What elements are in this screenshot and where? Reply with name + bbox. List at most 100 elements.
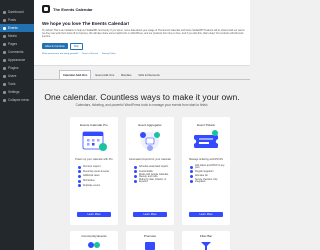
feature-label: Works with Google Calendar, Meetup, and … [139, 174, 169, 179]
terms-link[interactable]: Terms of Service [82, 53, 98, 55]
page-title: One calendar. Countless ways to make it … [44, 92, 240, 102]
check-icon [190, 165, 193, 169]
hero: One calendar. Countless ways to make it … [34, 92, 250, 107]
card-title: Filter Bar [199, 234, 213, 238]
card-title: Event Tickets [197, 123, 215, 127]
sidebar-item-posts[interactable]: Posts [0, 16, 34, 24]
feature-list: Schedule automated imports Customizable … [134, 165, 170, 183]
notice-links: What permissions are being granted? Term… [42, 53, 242, 55]
card-subtitle: Power up your calendar with Pro [75, 158, 113, 161]
feature-label: Customizable [139, 170, 153, 173]
sidebar-item-label: Collapse menu [8, 98, 30, 102]
addon-tabs: Calendar Add-Ons Event Add-Ons Bundles G… [34, 70, 250, 80]
learn-more-button[interactable]: Learn More [77, 212, 111, 217]
sidebar-item-label: Users [8, 74, 17, 78]
sidebar-item-media[interactable]: Media [0, 32, 34, 40]
sidebar-item-label: Events [8, 26, 18, 30]
tec-logo-icon [42, 5, 50, 13]
opt-in-notice: The Events Calendar We hope you love The… [34, 0, 250, 66]
check-icon [190, 174, 193, 178]
feature-label: Recurring events & series [83, 170, 110, 173]
sidebar-item-label: Comments [8, 50, 24, 54]
brand-logo: The Events Calendar [42, 4, 242, 14]
sidebar-item-dashboard[interactable]: Dashboard [0, 8, 34, 16]
admin-menu: Dashboard Posts Events Media Pages Comme… [0, 8, 34, 104]
card-subtitle: Manage ticketing and RSVPs [189, 158, 223, 161]
list-item: Add tickets and RSVP to any post [190, 165, 226, 170]
check-icon [134, 165, 137, 169]
sidebar-item-label: Settings [8, 90, 20, 94]
product-card-event-aggregator: Event Aggregator Automated imports for y… [126, 117, 174, 225]
feature-label: Secure checkout, fully integrated [195, 179, 218, 184]
learn-more-button[interactable]: Learn More [189, 212, 223, 217]
tab-event-addons[interactable]: Event Add-Ons [92, 71, 117, 79]
tab-gifts-discounts[interactable]: Gifts & Discounts [135, 71, 162, 79]
list-item: Duplicate events [78, 183, 114, 188]
tools-icon [3, 82, 6, 86]
sidebar-item-pages[interactable]: Pages [0, 40, 34, 48]
sidebar-item-tools[interactable]: Tools [0, 80, 34, 88]
sidebar-item-events[interactable]: Events [0, 24, 34, 32]
sidebar-item-plugins[interactable]: Plugins [0, 64, 34, 72]
allow-continue-button[interactable]: Allow & Continue [42, 43, 68, 50]
appearance-icon [3, 58, 6, 62]
pages-icon [3, 42, 6, 46]
feature-label: Attendee list [195, 175, 208, 178]
collapse-icon [3, 98, 6, 102]
skip-button[interactable]: Skip [69, 42, 83, 50]
ticket-illustration-icon [191, 130, 221, 148]
admin-sidebar: Dashboard Posts Events Media Pages Comme… [0, 0, 34, 250]
product-card-promoter: Promoter [126, 231, 174, 250]
card-title: Promoter [143, 234, 157, 238]
sidebar-item-comments[interactable]: Comments [0, 48, 34, 56]
check-icon [78, 165, 81, 169]
page-subtitle: Calendars, ticketing, and powerful WordP… [75, 103, 209, 107]
users-icon [3, 74, 6, 78]
sidebar-item-label: Pages [8, 42, 18, 46]
feature-label: Duplicate events [83, 184, 100, 187]
feature-label: Premium support [83, 166, 101, 169]
settings-icon [3, 90, 6, 94]
tab-calendar-addons[interactable]: Calendar Add-Ons [59, 70, 92, 79]
feature-list: Add tickets and RSVP to any post Paypal … [190, 165, 226, 183]
check-icon [190, 170, 193, 174]
sidebar-item-appearance[interactable]: Appearance [0, 56, 34, 64]
promoter-illustration-icon [145, 242, 155, 250]
feature-list: Premium support Recurring events & serie… [78, 165, 114, 188]
sidebar-item-label: Dashboard [8, 10, 24, 14]
feature-label: Additional views [83, 175, 100, 178]
community-illustration-icon [88, 242, 100, 248]
sidebar-item-users[interactable]: Users [0, 72, 34, 80]
learn-more-button[interactable]: Learn More [133, 212, 167, 217]
permissions-link[interactable]: What permissions are being granted? [42, 53, 78, 55]
check-icon [78, 174, 81, 178]
sidebar-item-label: Media [8, 34, 17, 38]
filter-illustration-icon [201, 242, 211, 250]
sidebar-item-settings[interactable]: Settings [0, 88, 34, 96]
notice-body: Hi, Admin! This is an invitation to help… [42, 29, 245, 39]
product-card-events-calendar-pro: Events Calendar Pro Power up your calend… [70, 117, 118, 225]
notice-heading: We hope you love The Events Calendar! [42, 21, 130, 26]
dashboard-icon [3, 10, 6, 14]
check-icon [78, 170, 81, 174]
feature-label: Add tickets and RSVP to any post [195, 165, 225, 170]
product-card-community-events: Community Events [70, 231, 118, 250]
sidebar-item-label: Appearance [8, 58, 26, 62]
card-title: Event Aggregator [138, 123, 162, 127]
posts-icon [3, 18, 6, 22]
privacy-link[interactable]: Privacy Policy [102, 53, 116, 55]
check-icon [134, 179, 137, 183]
list-item: Refine by date, location, or keyword [134, 179, 170, 184]
sidebar-collapse[interactable]: Collapse menu [0, 96, 34, 104]
check-icon [134, 174, 137, 178]
sidebar-item-label: Posts [8, 18, 16, 22]
tab-bundles[interactable]: Bundles [118, 71, 134, 79]
feature-label: Schedule automated imports [139, 166, 169, 169]
notice-actions: Allow & Continue Skip [42, 42, 242, 50]
card-subtitle: Automated imports for your calendar [129, 158, 171, 161]
comments-icon [3, 50, 6, 54]
check-icon [78, 184, 81, 188]
feature-label: Refine by date, location, or keyword [139, 179, 167, 184]
sidebar-item-label: Plugins [8, 66, 19, 70]
list-item: Secure checkout, fully integrated [190, 179, 226, 184]
